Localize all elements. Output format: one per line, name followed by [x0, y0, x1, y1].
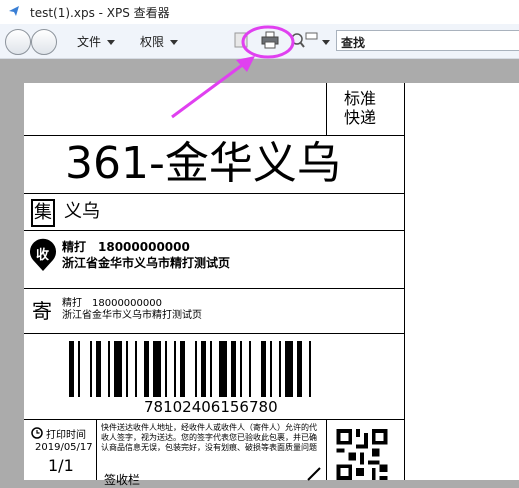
file-menu[interactable]: 文件 [77, 33, 116, 50]
chevron-down-icon [107, 40, 116, 45]
chevron-down-icon [170, 40, 179, 45]
clock-icon [31, 427, 43, 439]
barcode-bar [90, 341, 92, 397]
barcode-bar [249, 341, 251, 397]
print-time-label: 打印时间 [46, 430, 86, 441]
barcode-bar [108, 341, 110, 397]
barcode-bar [240, 341, 242, 397]
barcode-bar [219, 341, 227, 397]
xps-viewer-icon [9, 6, 19, 16]
page-count: 1/1 [48, 456, 74, 475]
zoom-dropdown-icon[interactable] [322, 40, 330, 45]
barcode-bar [69, 341, 74, 397]
barcode-bar [297, 341, 302, 397]
search-label: 查找 [341, 36, 366, 50]
barcode-bar [153, 341, 161, 397]
sort-code: 361-金华义乌 [65, 138, 341, 189]
sender-badge: 寄 [32, 299, 52, 323]
divider [24, 135, 404, 136]
zoom-icon[interactable] [290, 31, 318, 51]
barcode-bar [174, 341, 176, 397]
divider [326, 83, 327, 135]
tracking-number: 78102406156780 [144, 398, 278, 416]
barcode-bar [210, 341, 212, 397]
barcode-bar [96, 341, 101, 397]
barcode-bar [270, 341, 272, 397]
divider [96, 419, 97, 480]
divider [24, 288, 404, 289]
barcode-bar [261, 341, 266, 397]
permissions-menu-label: 权限 [140, 35, 165, 49]
forward-button[interactable] [31, 29, 57, 55]
divider [24, 419, 404, 420]
receiver-name-phone: 精打 18000000000 [62, 240, 190, 254]
divider [24, 193, 404, 194]
shipping-label-page: 标准 快递 361-金华义乌 集 义乌 收 精打 18000000000 浙江省… [24, 83, 519, 487]
divider [404, 83, 405, 480]
receiver-address: 浙江省金华市义乌市精打测试页 [62, 256, 231, 270]
barcode-bar [231, 341, 236, 397]
file-menu-label: 文件 [77, 35, 102, 49]
barcode-bar [309, 341, 311, 397]
divider [24, 230, 404, 231]
title-bar: test(1).xps - XPS 查看器 [0, 0, 519, 24]
divider [326, 419, 327, 480]
search-input[interactable]: 查找 [336, 30, 519, 51]
collect-city: 义乌 [64, 201, 100, 222]
back-button[interactable] [5, 29, 31, 55]
service-type: 标准 快递 [344, 89, 377, 127]
delivery-terms: 快件送达收件人地址，经收件人或收件人（寄件人）允许的代收人签字，视为送达。您的签… [101, 423, 317, 452]
sender-address: 浙江省金华市义乌市精打测试页 [62, 310, 202, 321]
divider [24, 333, 404, 334]
barcode-bar [114, 341, 122, 397]
barcode-bar [135, 341, 137, 397]
barcode-bar [279, 341, 281, 397]
window-title: test(1).xps - XPS 查看器 [30, 6, 170, 20]
barcode-bar [285, 341, 293, 397]
barcode-bar [126, 341, 128, 397]
barcode-bar [165, 341, 167, 397]
document-icon[interactable] [233, 31, 249, 49]
receiver-badge: 收 [36, 248, 50, 263]
barcode-bar [195, 341, 197, 397]
qr-code [336, 429, 388, 480]
pen-icon [307, 467, 321, 481]
collect-badge: 集 [31, 199, 55, 227]
print-icon[interactable] [261, 31, 279, 49]
toolbar: 文件 权限 查找 [0, 24, 519, 59]
barcode-bar [180, 341, 185, 397]
print-date: 2019/05/17 [35, 442, 93, 453]
barcode-bar [78, 341, 80, 397]
permissions-menu[interactable]: 权限 [140, 33, 179, 50]
barcode-bar [201, 341, 206, 397]
barcode-bar [144, 341, 149, 397]
